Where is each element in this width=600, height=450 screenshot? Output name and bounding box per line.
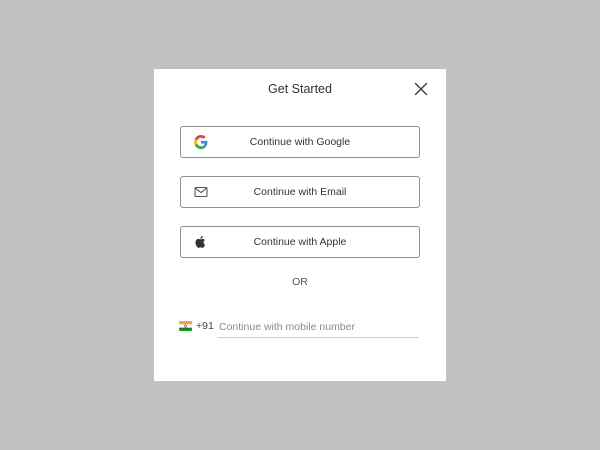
continue-with-google-button[interactable]: Continue with Google [180,126,420,158]
modal-backdrop[interactable]: Get Started Continue with Google Continu… [0,0,600,450]
email-button-label: Continue with Email [253,186,347,198]
close-button[interactable] [410,78,432,100]
india-flag-icon [179,321,192,331]
google-button-label: Continue with Google [249,136,351,148]
country-code[interactable]: +91 [196,319,214,333]
continue-with-apple-button[interactable]: Continue with Apple [180,226,420,258]
apple-button-label: Continue with Apple [253,236,347,248]
modal-title: Get Started [268,82,332,96]
get-started-modal: Get Started Continue with Google Continu… [154,69,446,381]
mobile-number-row: +91 [179,317,419,339]
or-separator: OR [292,276,308,288]
continue-with-email-button[interactable]: Continue with Email [180,176,420,208]
close-icon [410,78,432,100]
mobile-number-input[interactable] [218,317,419,338]
